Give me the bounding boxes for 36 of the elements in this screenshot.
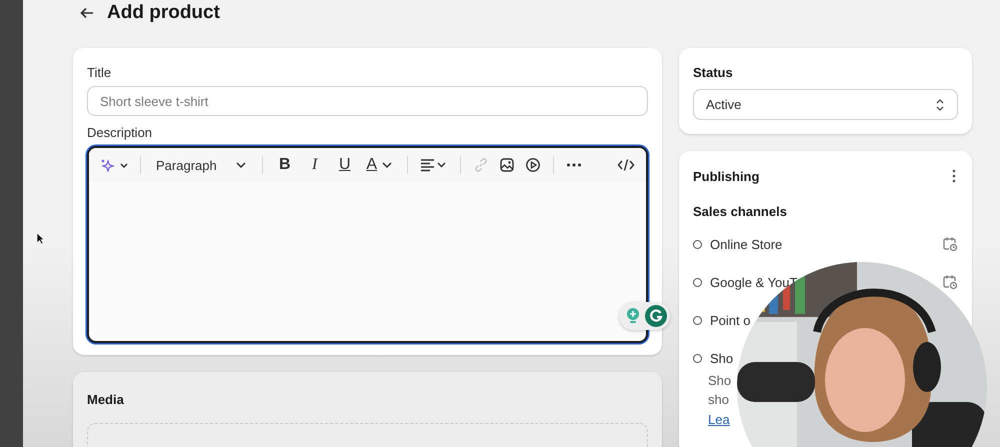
status-select[interactable]: Active — [693, 89, 958, 120]
calendar-clock-icon[interactable] — [942, 236, 958, 252]
page-title: Add product — [107, 2, 220, 24]
chevron-up-down-icon — [935, 98, 945, 112]
field-label: Title — [87, 65, 112, 80]
channel-description: Sho — [708, 372, 732, 390]
underline-button[interactable]: U — [332, 154, 358, 176]
back-arrow-icon[interactable] — [79, 5, 95, 21]
channel-name: Sho — [710, 350, 734, 366]
more-vertical-icon[interactable] — [950, 168, 958, 184]
radio-button[interactable] — [693, 278, 702, 286]
card-title: Media — [87, 392, 125, 407]
mouse-pointer-icon — [36, 232, 45, 245]
title-field[interactable]: Short sleeve t-shirt — [87, 86, 648, 116]
radio-button[interactable] — [693, 316, 702, 324]
channel-name: Online Store — [710, 236, 782, 252]
field-label: Description — [87, 125, 154, 140]
caret-icon — [234, 161, 247, 169]
description-editor[interactable]: Paragraph B I U A — [87, 146, 648, 343]
card-title: Status — [693, 65, 734, 80]
text-color-button[interactable]: A — [362, 154, 398, 176]
lightbulb-icon[interactable] — [625, 307, 641, 325]
section-heading: Sales channels — [693, 204, 788, 219]
card-title: Publishing — [693, 168, 760, 184]
channel-description: sho — [708, 391, 730, 409]
format-dropdown[interactable]: Paragraph — [150, 156, 253, 174]
bold-button[interactable]: B — [272, 154, 298, 176]
radio-button[interactable] — [693, 240, 702, 248]
radio-button[interactable] — [693, 354, 702, 362]
learn-more-link[interactable]: Lea — [708, 412, 730, 427]
italic-button[interactable]: I — [302, 154, 328, 176]
grammarly-widget[interactable] — [619, 302, 670, 330]
calendar-clock-icon[interactable] — [942, 274, 958, 290]
grammarly-logo[interactable] — [645, 305, 667, 327]
channel-name: Point o — [710, 312, 750, 328]
caret-icon — [381, 161, 394, 169]
